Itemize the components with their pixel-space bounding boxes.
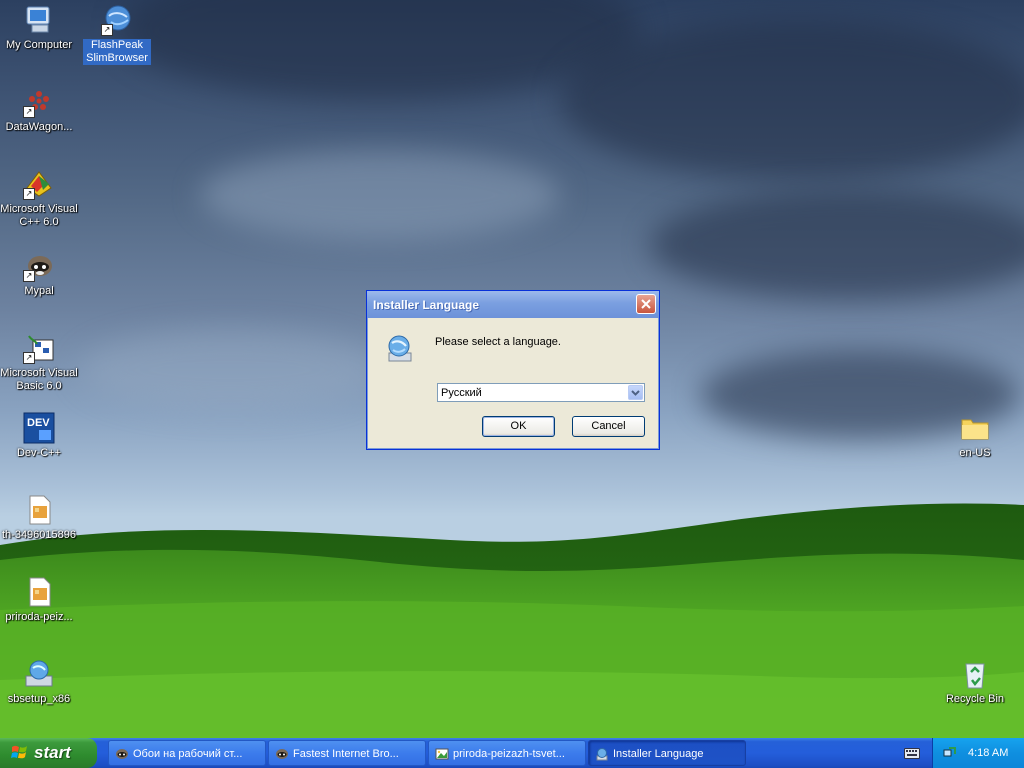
close-icon (641, 299, 651, 309)
dev-cpp-icon: DEV (23, 412, 55, 444)
shortcut-arrow-icon: ↗ (23, 106, 35, 118)
desktop-icon-slimbrowser[interactable]: ↗ FlashPeak SlimBrowser (78, 4, 156, 65)
desktop-icon-label: Dev-C++ (16, 447, 62, 459)
system-tray: 4:18 AM (932, 738, 1024, 768)
close-button[interactable] (636, 294, 656, 314)
shortcut-arrow-icon: ↗ (101, 24, 113, 36)
desktop-icon-label: priroda-peiz... (5, 611, 73, 623)
desktop-icon-label: Microsoft Visual Basic 6.0 (0, 367, 78, 392)
shortcut-arrow-icon: ↗ (23, 352, 35, 364)
my-computer-icon (23, 4, 55, 36)
image-file-icon (23, 576, 55, 608)
taskbar: start Обои на рабочий ст... Fastest Inte… (0, 738, 1024, 768)
desktop-icon-priroda-image[interactable]: priroda-peiz... (0, 576, 78, 624)
mypal-raccoon-icon (276, 749, 288, 759)
folder-icon (959, 412, 991, 444)
desktop-icon-label: DataWagon... (5, 121, 73, 133)
desktop-icon-label: Microsoft Visual C++ 6.0 (0, 203, 78, 228)
visual-basic-icon: ↗ (23, 332, 55, 364)
taskbar-button-label: Обои на рабочий ст... (133, 748, 243, 760)
desktop-icon-dev-cpp[interactable]: DEV Dev-C++ (0, 412, 78, 460)
desktop-icon-label: Recycle Bin (945, 693, 1005, 705)
desktop-icon-label: My Computer (5, 39, 73, 51)
start-label: start (34, 743, 71, 762)
installer-globe-icon (596, 748, 608, 761)
cancel-button[interactable]: Cancel (572, 416, 645, 437)
dropdown-button[interactable] (628, 385, 643, 400)
taskbar-button-priroda[interactable]: priroda-peizazh-tsvet... (428, 740, 586, 766)
installer-globe-icon (383, 333, 415, 365)
svg-text:DEV: DEV (27, 417, 50, 429)
desktop-icon-visual-basic[interactable]: ↗ Microsoft Visual Basic 6.0 (0, 332, 78, 393)
shortcut-arrow-icon: ↗ (23, 188, 35, 200)
windows-logo-icon (11, 745, 27, 759)
slimbrowser-globe-icon: ↗ (101, 4, 133, 36)
language-select-value: Русский (441, 387, 482, 399)
mypal-raccoon-icon: ↗ (23, 250, 55, 282)
desktop-icon-label: en-US (959, 447, 991, 459)
chevron-down-icon (631, 390, 640, 396)
taskbar-button-installer-language[interactable]: Installer Language (588, 740, 746, 766)
dialog-titlebar[interactable]: Installer Language (367, 291, 659, 318)
desktop-icon-en-us-folder[interactable]: en-US (936, 412, 1014, 460)
start-button[interactable]: start (0, 738, 97, 768)
taskbar-button-label: priroda-peizazh-tsvet... (453, 748, 565, 760)
desktop-icon-label: FlashPeak SlimBrowser (83, 39, 151, 65)
desktop-icon-datawagon[interactable]: ↗ DataWagon... (0, 86, 78, 134)
recycle-bin-icon (959, 658, 991, 690)
taskbar-button-oboi[interactable]: Обои на рабочий ст... (108, 740, 266, 766)
network-icon[interactable] (943, 745, 957, 759)
ok-button[interactable]: OK (482, 416, 555, 437)
desktop-icon-label: th-3496015896 (1, 529, 76, 541)
desktop-icon-my-computer[interactable]: My Computer (0, 4, 78, 52)
taskbar-button-label: Installer Language (613, 748, 704, 760)
datawagon-icon: ↗ (23, 86, 55, 118)
keyboard-icon[interactable] (904, 747, 920, 759)
desktop-icon-label: Mypal (24, 285, 54, 297)
language-select[interactable]: Русский (437, 383, 645, 402)
installer-language-dialog: Installer Language Please select a langu… (366, 290, 660, 450)
mypal-raccoon-icon (116, 749, 128, 759)
clock[interactable]: 4:18 AM (968, 747, 1008, 759)
dialog-prompt: Please select a language. (435, 336, 561, 348)
desktop-icon-recycle-bin[interactable]: Recycle Bin (936, 658, 1014, 706)
desktop-icon-label: sbsetup_x86 (7, 693, 71, 705)
shortcut-arrow-icon: ↗ (23, 270, 35, 282)
desktop-icon-sbsetup[interactable]: sbsetup_x86 (0, 658, 78, 706)
taskbar-button-label: Fastest Internet Bro... (293, 748, 399, 760)
setup-icon (23, 658, 55, 690)
desktop-icon-th-image[interactable]: th-3496015896 (0, 494, 78, 542)
image-file-icon (23, 494, 55, 526)
desktop-icon-visual-cpp[interactable]: ↗ Microsoft Visual C++ 6.0 (0, 168, 78, 229)
taskbar-button-fastest-browser[interactable]: Fastest Internet Bro... (268, 740, 426, 766)
visual-cpp-icon: ↗ (23, 168, 55, 200)
desktop-icon-mypal[interactable]: ↗ Mypal (0, 250, 78, 298)
dialog-title: Installer Language (373, 298, 480, 312)
image-viewer-icon (435, 748, 449, 760)
